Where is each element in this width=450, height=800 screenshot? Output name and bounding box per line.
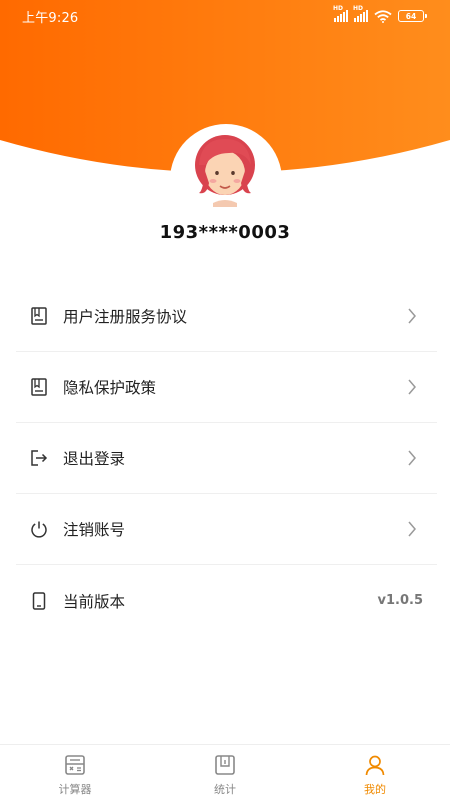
menu-item-delete-account[interactable]: 注销账号: [16, 494, 437, 565]
menu-item-logout[interactable]: 退出登录: [16, 423, 437, 494]
menu-item-label: 隐私保护政策: [63, 379, 157, 397]
tab-mine[interactable]: 我的: [300, 745, 450, 800]
wifi-icon: [374, 9, 392, 23]
chevron-right-icon: [408, 379, 416, 395]
battery-level: 64: [405, 11, 417, 21]
document-icon: [29, 306, 49, 326]
status-bar: 上午9:26 HD HD 64: [0, 0, 450, 32]
menu-item-label: 注销账号: [63, 521, 126, 539]
tab-label: 计算器: [58, 783, 92, 796]
menu-item-user-agreement[interactable]: 用户注册服务协议: [16, 281, 437, 352]
stats-icon: [215, 755, 235, 775]
menu-item-label: 退出登录: [63, 450, 126, 468]
chevron-right-icon: [408, 308, 416, 324]
chevron-right-icon: [408, 450, 416, 466]
profile-screen: 上午9:26 HD HD 64 193****0003 用户注册服务协议 隐私保…: [0, 0, 450, 800]
battery-icon: 64: [398, 10, 427, 22]
phone-icon: [29, 591, 49, 611]
chevron-right-icon: [408, 521, 416, 537]
logout-icon: [29, 448, 49, 468]
menu-item-label: 用户注册服务协议: [63, 308, 188, 326]
status-time: 上午9:26: [22, 10, 79, 26]
tab-stats[interactable]: 统计: [150, 745, 300, 800]
power-icon: [29, 519, 49, 539]
avatar-girl-icon[interactable]: [187, 131, 263, 207]
tab-label: 统计: [214, 783, 236, 796]
person-icon: [365, 755, 385, 776]
cell-signal-icon-2: HD: [353, 5, 368, 22]
user-phone: 193****0003: [159, 222, 291, 243]
version-value: v1.0.5: [377, 593, 424, 608]
settings-menu: 用户注册服务协议 隐私保护政策 退出登录 注销账号 当前版本 v1.0.5: [16, 281, 437, 636]
menu-item-version: 当前版本 v1.0.5: [16, 565, 437, 636]
tab-calculator[interactable]: 计算器: [0, 745, 150, 800]
menu-item-label: 当前版本: [63, 592, 126, 611]
menu-item-privacy-policy[interactable]: 隐私保护政策: [16, 352, 437, 423]
tab-label: 我的: [364, 783, 386, 796]
calculator-icon: [65, 755, 85, 775]
bottom-navigation: 计算器 统计 我的: [0, 744, 450, 800]
cell-signal-icon: HD: [333, 5, 348, 22]
document-icon: [29, 377, 49, 397]
